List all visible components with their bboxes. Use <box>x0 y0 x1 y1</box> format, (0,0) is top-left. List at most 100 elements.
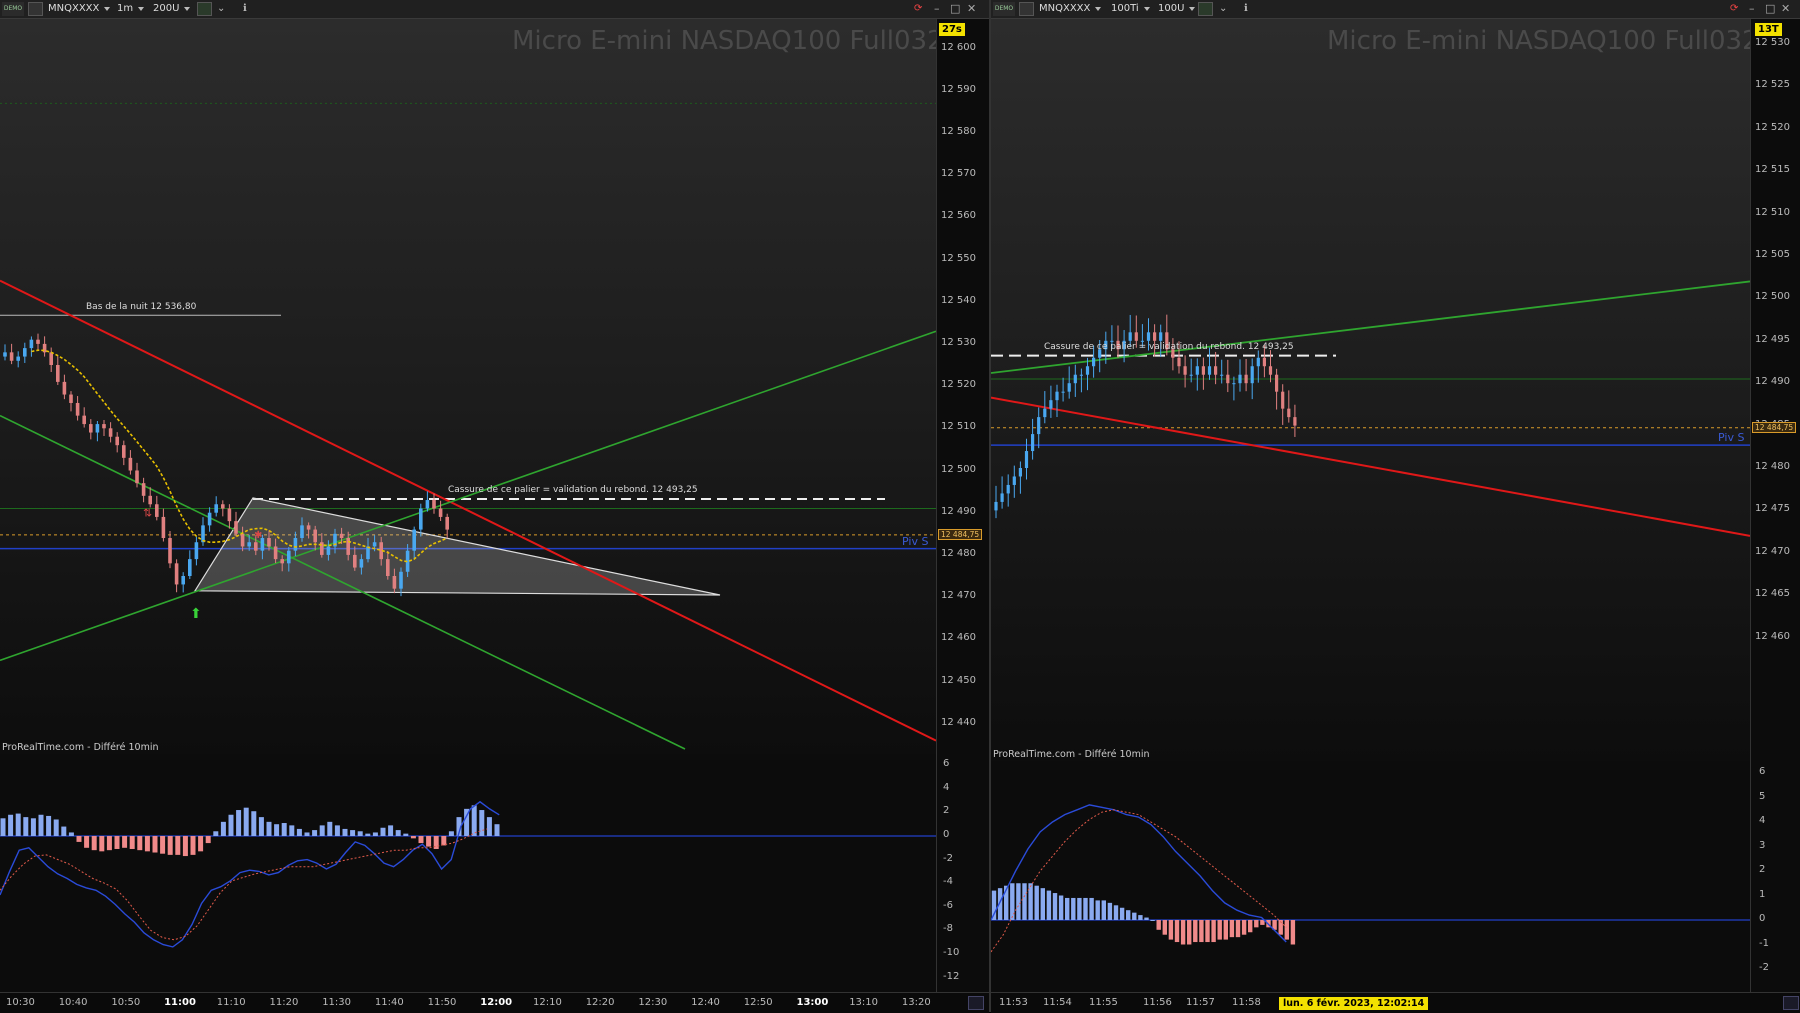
right-histogram-bar <box>1156 920 1161 930</box>
right-histogram-bar <box>1235 920 1241 938</box>
right-candle <box>1018 468 1022 477</box>
minimize-icon[interactable]: – <box>1749 2 1755 16</box>
right-histogram-bar <box>1290 920 1296 945</box>
info-icon[interactable]: ℹ <box>1244 2 1248 16</box>
right-histogram-bar <box>1016 883 1021 920</box>
left-candle <box>135 470 139 484</box>
time-tick-label: 10:50 <box>111 997 141 1008</box>
left-candle <box>89 424 93 433</box>
time-tick-label: 12:40 <box>691 997 720 1008</box>
time-tick-label: 11:58 <box>1232 997 1261 1008</box>
right-histogram-bar <box>1162 920 1167 935</box>
instrument-selector[interactable]: MNQXXXX <box>1036 2 1104 16</box>
left-time-axis[interactable]: 10:30 10:40 10:50 11:00 11:10 11:20 11:30 11:40… <box>0 992 989 1013</box>
left-histogram-bar <box>471 805 477 836</box>
left-histogram-bar <box>486 817 492 836</box>
instrument-link-icon[interactable] <box>1019 2 1034 16</box>
time-tick-label: 11:20 <box>269 997 299 1008</box>
left-histogram-bar <box>334 825 340 836</box>
time-tick-label: 11:57 <box>1186 997 1215 1008</box>
sync-icon[interactable]: ⟳ <box>1730 2 1738 16</box>
minimize-icon[interactable]: – <box>934 2 940 16</box>
left-histogram-bar <box>403 833 409 836</box>
left-last-price-tag: 12 484,75 <box>938 528 983 540</box>
left-candle <box>273 546 278 560</box>
right-histogram-bar <box>1046 890 1052 920</box>
left-candle <box>306 525 311 530</box>
left-candle <box>287 550 291 564</box>
left-candle <box>174 563 179 585</box>
chart-style-dropdown-icon[interactable]: ⌄ <box>1219 2 1227 16</box>
chart-style-dropdown-icon[interactable]: ⌄ <box>217 2 225 16</box>
units-selector[interactable]: 100U <box>1155 2 1198 16</box>
right-candle <box>994 501 998 511</box>
instrument-link-icon[interactable] <box>28 2 43 16</box>
left-histogram-bar <box>304 832 310 836</box>
price-tick-label: 12 530 <box>941 336 976 348</box>
right-histogram-bar <box>1113 905 1119 920</box>
right-candle <box>1000 493 1004 502</box>
time-tick-label: 13:20 <box>901 997 931 1008</box>
left-candle <box>168 538 172 564</box>
right-histogram-bar <box>1187 920 1192 945</box>
right-candle <box>1043 408 1047 418</box>
piv-s-label: Piv S <box>1718 431 1745 445</box>
right-axis-settings-icon[interactable] <box>1783 996 1799 1010</box>
time-tick-label: 11:54 <box>1043 997 1072 1008</box>
left-candle <box>9 352 14 361</box>
info-icon[interactable]: ℹ <box>243 2 247 16</box>
price-tick-label: 12 540 <box>941 294 976 306</box>
instrument-selector[interactable]: MNQXXXX <box>45 2 113 16</box>
left-candle <box>240 533 245 547</box>
period-selector[interactable]: 1m <box>114 2 147 16</box>
right-candle <box>1226 374 1230 384</box>
right-histogram-bar <box>1052 893 1058 920</box>
left-price-chart[interactable]: ⬆ ⇅ ✱ <box>0 19 936 754</box>
right-candle <box>1281 391 1285 409</box>
chart-style-icon[interactable] <box>197 2 212 16</box>
period-selector[interactable]: 100Ti <box>1108 2 1153 16</box>
left-candle <box>254 542 258 551</box>
close-icon[interactable]: ✕ <box>967 2 976 16</box>
left-histogram-bar <box>228 814 234 836</box>
left-macd-indicator[interactable] <box>0 756 936 992</box>
right-histogram-bar <box>1101 900 1106 920</box>
right-macd-indicator[interactable] <box>991 763 1750 992</box>
left-candle <box>267 538 271 547</box>
maximize-icon[interactable]: □ <box>1765 2 1775 16</box>
left-candle <box>36 339 40 344</box>
close-icon[interactable]: ✕ <box>1781 2 1790 16</box>
right-price-axis[interactable]: 12 530 12 525 12 520 12 515 12 510 12 505 12 5… <box>1750 19 1800 992</box>
maximize-icon[interactable]: □ <box>950 2 960 16</box>
right-histogram-bar <box>1138 915 1143 920</box>
indicator-tick-label: 2 <box>943 805 950 817</box>
left-histogram-bar <box>106 836 112 851</box>
right-histogram-bar <box>1089 897 1094 920</box>
sync-icon[interactable]: ⟳ <box>914 2 922 16</box>
left-histogram-bar <box>258 817 264 836</box>
units-selector[interactable]: 200U <box>150 2 193 16</box>
right-candle <box>1195 366 1199 375</box>
left-axis-settings-icon[interactable] <box>968 996 984 1010</box>
chart-style-icon[interactable] <box>1198 2 1213 16</box>
left-price-axis[interactable]: 12 600 12 590 12 580 12 570 12 560 12 550 12 5… <box>936 19 990 992</box>
left-candle <box>346 538 350 555</box>
right-candle <box>1256 357 1260 367</box>
left-candle <box>62 381 67 395</box>
right-price-chart[interactable] <box>991 19 1750 761</box>
time-tick-label: 12:20 <box>585 997 615 1008</box>
left-candle <box>141 483 146 496</box>
left-candle <box>16 356 20 361</box>
left-candle <box>438 508 443 517</box>
time-tick-label: 11:50 <box>427 997 457 1008</box>
price-tick-label: 12 460 <box>941 632 976 644</box>
time-tick-label: 12:10 <box>533 997 562 1008</box>
left-histogram-bar <box>205 836 211 844</box>
left-candle <box>432 500 436 509</box>
buy-arrow-icon: ⬆ <box>190 606 202 622</box>
left-candle <box>29 339 34 349</box>
left-candle <box>56 365 60 382</box>
left-histogram-bar <box>182 836 188 857</box>
price-tick-label: 12 580 <box>941 125 976 137</box>
left-candle <box>207 512 212 526</box>
